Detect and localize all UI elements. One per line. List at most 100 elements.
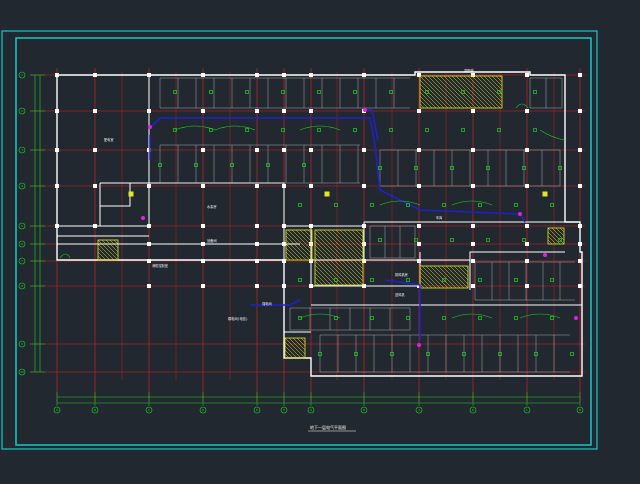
structural-column <box>525 242 529 246</box>
light-fixture-symbol <box>298 278 302 282</box>
light-fixture-symbol <box>378 238 382 242</box>
light-fixture-symbol <box>486 238 490 242</box>
hatch-stroke <box>547 239 553 245</box>
structural-column <box>201 148 205 152</box>
wiring-arc <box>515 103 529 109</box>
structural-column <box>93 109 97 113</box>
hatch-stroke <box>97 243 115 261</box>
light-fixture-symbol <box>550 203 554 207</box>
hatch-stroke <box>314 280 320 286</box>
hatch-stroke <box>284 337 306 359</box>
junction-marker <box>574 316 578 320</box>
hatch-stroke <box>285 243 303 261</box>
structural-column <box>55 73 59 77</box>
structural-column <box>93 224 97 228</box>
light-fixture-symbol <box>550 316 554 320</box>
room-label: 水泵房 <box>207 204 217 209</box>
light-fixture-symbol <box>514 203 518 207</box>
structural-column <box>417 109 421 113</box>
wiring-arc <box>59 253 71 259</box>
structural-column <box>147 184 151 188</box>
hatch-stroke <box>113 239 119 245</box>
hatch-stroke <box>419 79 449 109</box>
light-fixture-symbol <box>478 278 482 282</box>
light-fixture-symbol <box>478 203 482 207</box>
structural-column <box>147 242 151 246</box>
light-fixture-symbol <box>370 278 374 282</box>
row-axis-label: 5 <box>21 224 23 228</box>
room-label: 强电间 <box>262 301 272 306</box>
structural-column <box>309 73 313 77</box>
light-fixture-symbol <box>245 90 249 94</box>
hatch-stroke <box>285 231 313 259</box>
hatch-stroke <box>475 75 503 103</box>
hatch-stroke <box>447 75 481 109</box>
structural-column <box>255 242 259 246</box>
junction-marker <box>543 253 547 257</box>
row-axis-label: 10 <box>20 370 24 374</box>
structural-column <box>471 259 475 263</box>
hatch-stroke <box>287 229 313 255</box>
col-axis-label: G <box>310 408 312 412</box>
hatch-stroke <box>284 349 294 359</box>
hatch-stroke <box>439 75 473 109</box>
row-axis-label: 4 <box>21 184 23 188</box>
structural-column <box>525 259 529 263</box>
row-axis-label: 6 <box>21 242 23 246</box>
light-fixture-symbol <box>317 128 321 132</box>
wiring-arc <box>451 313 493 319</box>
outer-frame <box>1 30 598 450</box>
hatch-stroke <box>291 229 313 251</box>
distribution-panel <box>128 191 134 197</box>
structural-column <box>525 284 529 288</box>
interior-wall <box>149 182 285 260</box>
structural-column <box>255 73 259 77</box>
structural-column <box>201 109 205 113</box>
col-axis-label: H <box>363 408 365 412</box>
structural-column <box>201 224 205 228</box>
structural-column <box>578 259 582 263</box>
light-fixture-symbol <box>533 128 537 132</box>
structural-column <box>471 184 475 188</box>
hatch-stroke <box>285 235 311 261</box>
electrical-devices <box>59 90 578 356</box>
light-fixture-symbol <box>317 90 321 94</box>
room-label: 配电室 <box>104 137 114 142</box>
structural-column <box>309 109 313 113</box>
structural-column <box>147 224 151 228</box>
structural-column <box>362 73 366 77</box>
structural-column <box>255 184 259 188</box>
conduit-run <box>250 299 301 306</box>
structural-column <box>282 109 286 113</box>
light-fixture-symbol <box>461 128 465 132</box>
hatch-stroke <box>347 229 364 246</box>
row-axis-label: 7 <box>21 259 23 263</box>
structural-column <box>255 224 259 228</box>
hatch-stroke <box>547 235 557 245</box>
hatch-stroke <box>314 264 336 286</box>
drawing-title: 地下一层电气平面图 <box>310 424 346 430</box>
structural-column <box>309 284 313 288</box>
hatch-stroke <box>323 229 364 270</box>
hatch-stroke <box>101 239 119 257</box>
junction-marker <box>141 216 145 220</box>
wiring-arc <box>299 313 341 319</box>
cad-drawing-viewport[interactable]: 配电室 水泵房 设备间 消防控制室 变配电 车库 排风机房 送风机 强电间 弱电间(电信) 1 2 3 4… <box>0 0 640 480</box>
light-fixture-symbol <box>478 316 482 320</box>
room-label: 车库 <box>436 215 443 220</box>
light-fixture-symbol <box>522 238 526 242</box>
col-axis-label: C <box>148 408 150 412</box>
hatch-stroke <box>314 276 324 286</box>
light-fixture-symbol <box>406 316 410 320</box>
structural-column <box>471 73 475 77</box>
hatch-stroke <box>419 271 437 289</box>
interior-wall <box>100 183 131 207</box>
light-fixture-symbol <box>209 90 213 94</box>
structural-column <box>201 242 205 246</box>
hatch-stroke <box>431 75 465 109</box>
hatch-stroke <box>443 75 477 109</box>
light-fixture-symbol <box>406 278 410 282</box>
hatch-stroke <box>355 229 364 238</box>
hatch-stroke <box>296 337 306 347</box>
light-fixture-symbol <box>450 238 454 242</box>
